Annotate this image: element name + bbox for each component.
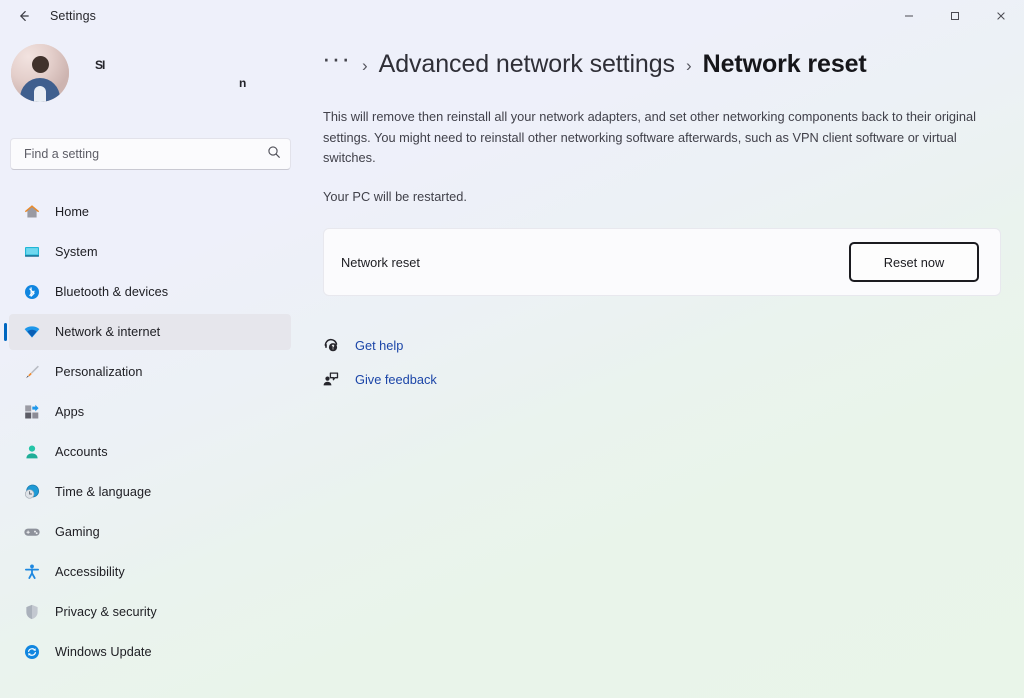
sidebar-item-label: Time & language	[55, 485, 151, 499]
get-help-icon	[320, 334, 342, 356]
title-bar: Settings	[0, 0, 1024, 32]
profile-name-fragment-2: n	[239, 76, 246, 90]
sidebar-item-label: Bluetooth & devices	[55, 285, 168, 299]
page-description: This will remove then reinstall all your…	[323, 107, 1002, 169]
search-input[interactable]	[24, 147, 267, 161]
profile-name-redacted: SI n	[79, 44, 290, 102]
give-feedback-label: Give feedback	[355, 372, 437, 387]
apps-grid-icon	[23, 403, 41, 421]
chevron-right-icon: ›	[686, 56, 692, 76]
sidebar-item-bluetooth-devices[interactable]: Bluetooth & devices	[9, 274, 291, 310]
minimize-button[interactable]	[886, 0, 932, 32]
sidebar-item-label: Apps	[55, 405, 84, 419]
sidebar-item-label: Personalization	[55, 365, 143, 379]
close-button[interactable]	[978, 0, 1024, 32]
profile-name-fragment-1: SI	[95, 58, 104, 72]
search-icon[interactable]	[267, 145, 281, 164]
breadcrumb-parent-link[interactable]: Advanced network settings	[379, 50, 675, 79]
sidebar-item-label: Home	[55, 205, 89, 219]
maximize-button[interactable]	[932, 0, 978, 32]
content-area: ··· › Advanced network settings › Networ…	[300, 32, 1024, 698]
settings-window: Settings SI n	[0, 0, 1024, 698]
back-button[interactable]	[6, 2, 42, 30]
sidebar-item-label: System	[55, 245, 98, 259]
paintbrush-icon	[23, 363, 41, 381]
clock-globe-icon	[23, 483, 41, 501]
sidebar-item-privacy-security[interactable]: Privacy & security	[9, 594, 291, 630]
avatar	[11, 44, 69, 102]
sidebar-item-apps[interactable]: Apps	[9, 394, 291, 430]
sidebar-item-label: Accessibility	[55, 565, 125, 579]
help-links: Get help Give feedback	[320, 330, 437, 398]
system-monitor-icon	[23, 243, 41, 261]
sidebar-item-windows-update[interactable]: Windows Update	[9, 634, 291, 670]
get-help-link[interactable]: Get help	[320, 330, 437, 360]
sidebar-item-network-internet[interactable]: Network & internet	[9, 314, 291, 350]
breadcrumb-overflow-button[interactable]: ···	[322, 45, 351, 71]
chevron-right-icon: ›	[362, 56, 368, 76]
sidebar-item-label: Network & internet	[55, 325, 160, 339]
sidebar-item-system[interactable]: System	[9, 234, 291, 270]
gamepad-icon	[23, 523, 41, 541]
get-help-label: Get help	[355, 338, 403, 353]
person-icon	[23, 443, 41, 461]
card-label: Network reset	[341, 255, 849, 270]
sidebar-item-label: Privacy & security	[55, 605, 157, 619]
sidebar-item-personalization[interactable]: Personalization	[9, 354, 291, 390]
restart-note: Your PC will be restarted.	[323, 189, 467, 204]
give-feedback-link[interactable]: Give feedback	[320, 364, 437, 394]
shield-icon	[23, 603, 41, 621]
give-feedback-icon	[320, 368, 342, 390]
network-reset-card: Network reset Reset now	[323, 228, 1001, 296]
sidebar-item-label: Windows Update	[55, 645, 152, 659]
accessibility-person-icon	[23, 563, 41, 581]
search-box[interactable]	[10, 138, 291, 170]
sidebar-nav: Home System	[9, 194, 291, 674]
sidebar-item-accessibility[interactable]: Accessibility	[9, 554, 291, 590]
page-title: Network reset	[703, 50, 867, 79]
sidebar: SI n Ho	[0, 32, 300, 698]
update-refresh-icon	[23, 643, 41, 661]
sidebar-item-label: Gaming	[55, 525, 100, 539]
wifi-icon	[23, 323, 41, 341]
breadcrumb: ··· › Advanced network settings › Networ…	[322, 50, 867, 90]
sidebar-item-time-language[interactable]: Time & language	[9, 474, 291, 510]
window-controls	[886, 0, 1024, 32]
user-profile[interactable]: SI n	[10, 40, 290, 106]
back-arrow-icon	[16, 8, 32, 24]
sidebar-item-label: Accounts	[55, 445, 108, 459]
sidebar-item-accounts[interactable]: Accounts	[9, 434, 291, 470]
sidebar-item-gaming[interactable]: Gaming	[9, 514, 291, 550]
sidebar-item-home[interactable]: Home	[9, 194, 291, 230]
home-icon	[23, 203, 41, 221]
bluetooth-icon	[23, 283, 41, 301]
window-title: Settings	[50, 9, 96, 23]
reset-now-button[interactable]: Reset now	[849, 242, 979, 282]
